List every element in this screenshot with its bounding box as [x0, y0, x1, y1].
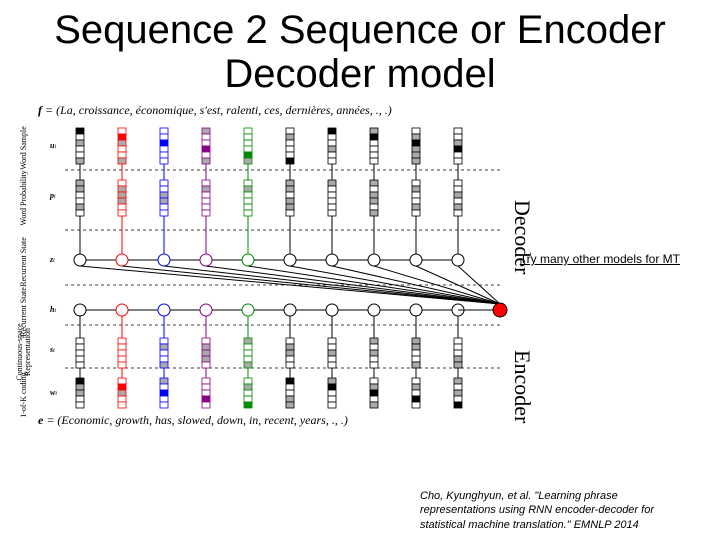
svg-text:f = (La, croissance, économiqu: f = (La, croissance, économique, s'est, …: [38, 103, 392, 117]
page-title: Sequence 2 Sequence or Encoder Decoder m…: [0, 8, 720, 96]
svg-text:zt: zt: [49, 255, 55, 264]
encoder-label: Encoder: [510, 350, 535, 424]
svg-text:pt: pt: [49, 191, 56, 200]
svg-text:Word Sample: Word Sample: [19, 126, 28, 170]
other-models-link[interactable]: Try many other models for MT: [520, 252, 680, 266]
svg-text:Word Probability: Word Probability: [19, 170, 28, 225]
svg-text:wt: wt: [50, 388, 57, 397]
svg-text:Representation: Representation: [23, 328, 32, 376]
svg-text:ht: ht: [50, 305, 56, 314]
svg-text:Recurrent State: Recurrent State: [19, 237, 28, 287]
svg-text:e = (Economic, growth, has, sl: e = (Economic, growth, has, slowed, down…: [38, 413, 348, 427]
svg-text:ut: ut: [50, 141, 56, 150]
citation-text: Cho, Kyunghyun, et al. "Learning phrase …: [420, 489, 680, 532]
svg-text:1-of-K coding: 1-of-K coding: [19, 372, 28, 418]
svg-text:st: st: [49, 345, 55, 354]
